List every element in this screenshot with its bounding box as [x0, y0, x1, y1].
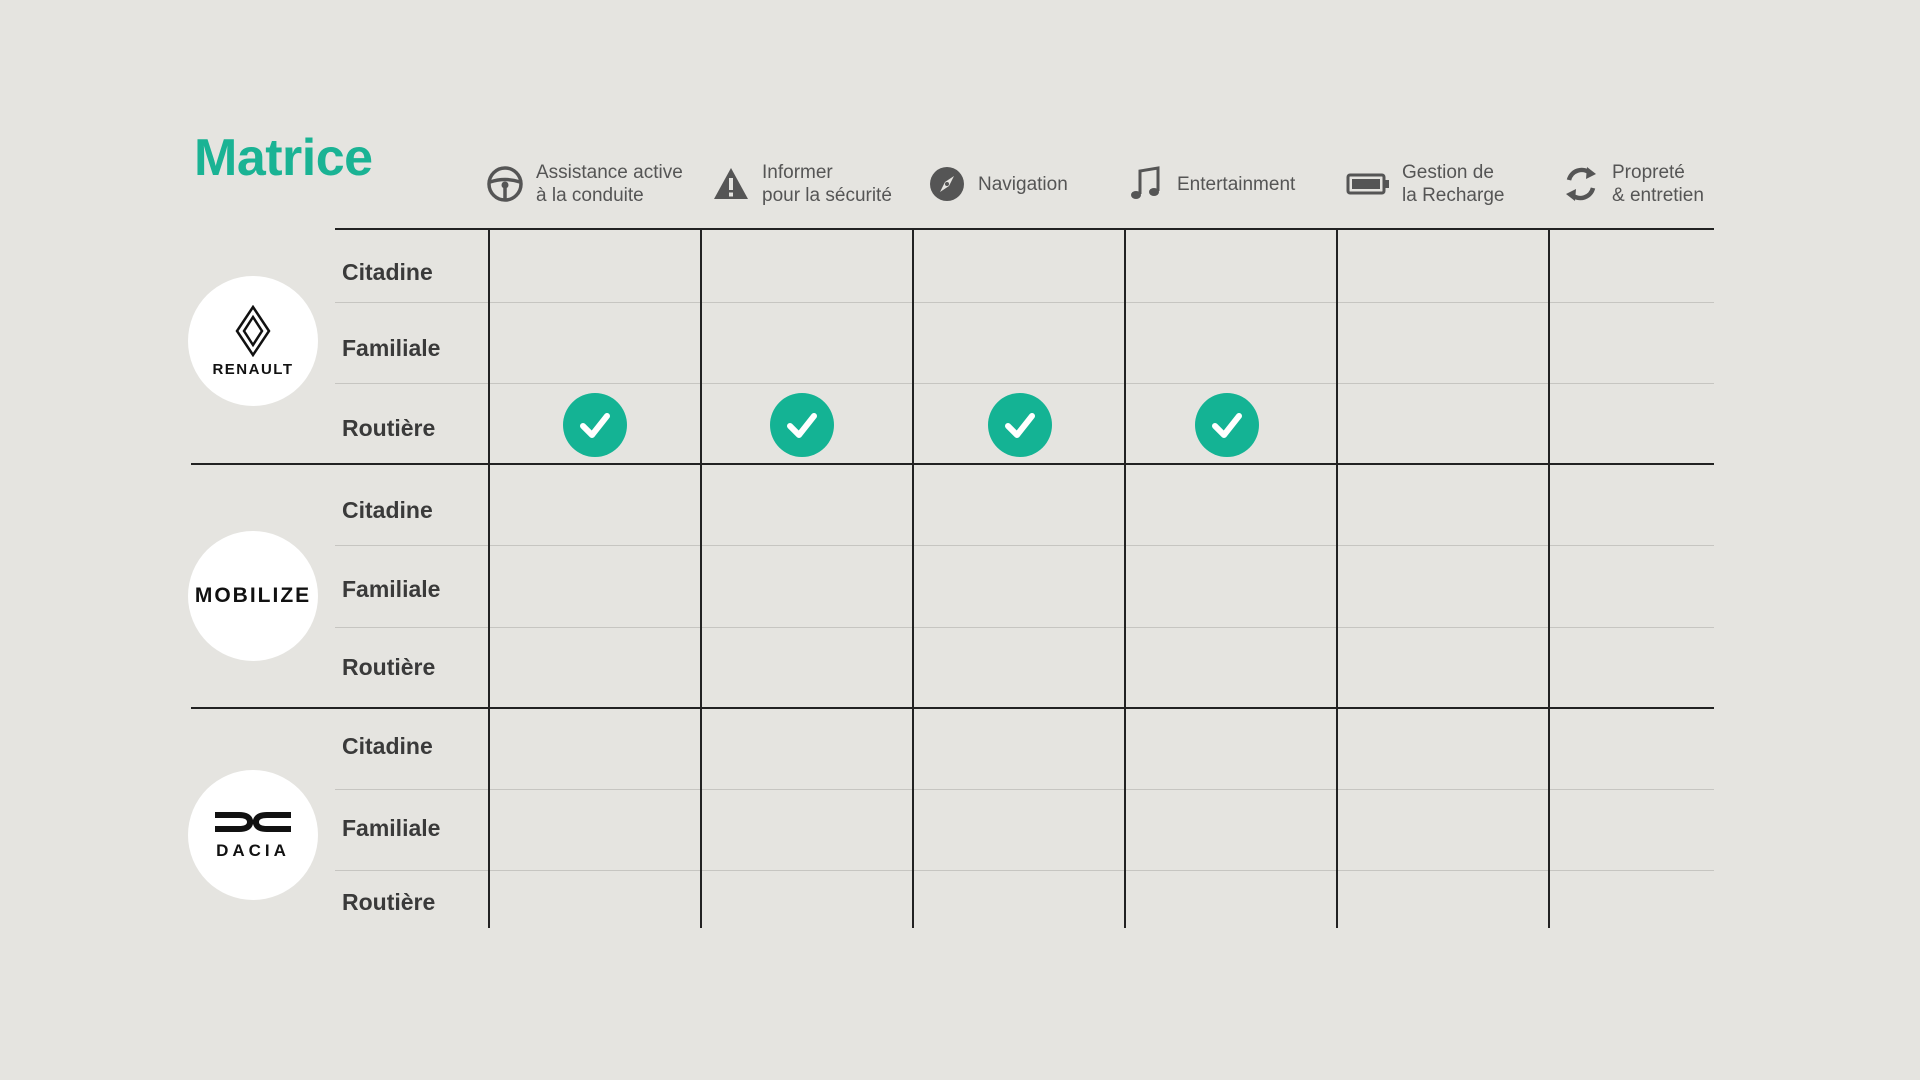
- row-label-mobilize-routiere: Routière: [342, 654, 436, 680]
- column-divider: [1336, 229, 1338, 928]
- battery-icon: [1346, 165, 1390, 203]
- check-icon: [563, 393, 627, 457]
- column-header-navigation: Navigation: [928, 158, 1068, 210]
- column-divider: [700, 229, 702, 928]
- dacia-emblem-icon: [215, 812, 291, 832]
- row-label-dacia-citadine: Citadine: [342, 733, 433, 759]
- page-title: Matrice: [194, 129, 373, 187]
- row-divider: [335, 545, 1714, 546]
- column-divider: [912, 229, 914, 928]
- column-header-entertainment: Entertainment: [1127, 158, 1295, 210]
- row-divider: [335, 383, 1714, 384]
- grid-top-line: [335, 228, 1714, 230]
- column-label: Navigation: [978, 173, 1068, 195]
- mobilize-logo: MOBILIZE: [188, 531, 318, 661]
- column-label: Informer pour la sécurité: [762, 162, 892, 206]
- renault-logo: RENAULT: [188, 276, 318, 406]
- column-header-assistance: Assistance active à la conduite: [486, 158, 683, 210]
- dacia-logo: DACIA: [188, 770, 318, 900]
- row-label-mobilize-citadine: Citadine: [342, 497, 433, 523]
- column-label: Propreté & entretien: [1612, 162, 1704, 206]
- column-header-cleaning: Propreté & entretien: [1562, 158, 1704, 210]
- music-note-icon: [1127, 165, 1165, 203]
- column-divider: [1548, 229, 1550, 928]
- column-header-charging: Gestion de la Recharge: [1346, 158, 1504, 210]
- row-divider: [335, 627, 1714, 628]
- row-label-mobilize-familiale: Familiale: [342, 576, 441, 602]
- warning-icon: [712, 165, 750, 203]
- brand-name: DACIA: [216, 841, 290, 860]
- row-label-dacia-routiere: Routière: [342, 889, 436, 915]
- row-divider: [335, 789, 1714, 790]
- section-divider: [191, 707, 1714, 709]
- column-label: Entertainment: [1177, 173, 1296, 195]
- section-divider: [191, 463, 1714, 465]
- compass-icon: [928, 165, 966, 203]
- row-label-renault-citadine: Citadine: [342, 259, 433, 285]
- brand-name: MOBILIZE: [194, 584, 312, 607]
- row-label-dacia-familiale: Familiale: [342, 815, 441, 841]
- check-icon: [770, 393, 834, 457]
- row-label-renault-routiere: Routière: [342, 415, 436, 441]
- column-label: Gestion de la Recharge: [1402, 162, 1505, 206]
- check-icon: [988, 393, 1052, 457]
- renault-diamond-icon: [235, 304, 271, 357]
- column-header-safety: Informer pour la sécurité: [712, 158, 892, 210]
- recycle-icon: [1562, 165, 1600, 203]
- row-divider: [335, 870, 1714, 871]
- row-divider: [335, 302, 1714, 303]
- steering-wheel-icon: [486, 165, 524, 203]
- brand-name: RENAULT: [212, 360, 294, 378]
- column-divider: [1124, 229, 1126, 928]
- column-label: Assistance active à la conduite: [536, 162, 683, 206]
- column-divider: [488, 229, 490, 928]
- check-icon: [1195, 393, 1259, 457]
- row-label-renault-familiale: Familiale: [342, 335, 441, 361]
